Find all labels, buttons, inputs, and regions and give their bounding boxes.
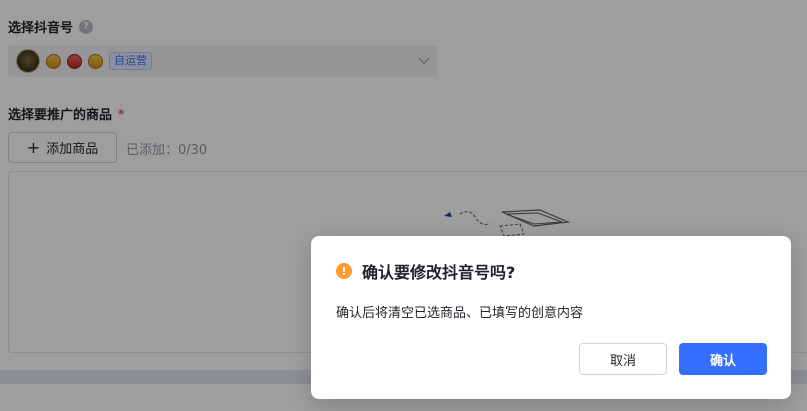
confirm-dialog: ! 确认要修改抖音号吗? 确认后将清空已选商品、已填写的创意内容 取消 确认	[311, 236, 791, 399]
confirm-button[interactable]: 确认	[679, 343, 767, 375]
dialog-message: 确认后将清空已选商品、已填写的创意内容	[336, 306, 584, 321]
cancel-button[interactable]: 取消	[579, 343, 667, 375]
dialog-header: ! 确认要修改抖音号吗?	[336, 259, 515, 283]
dialog-title: 确认要修改抖音号吗?	[362, 263, 516, 282]
warning-icon: !	[336, 263, 352, 279]
